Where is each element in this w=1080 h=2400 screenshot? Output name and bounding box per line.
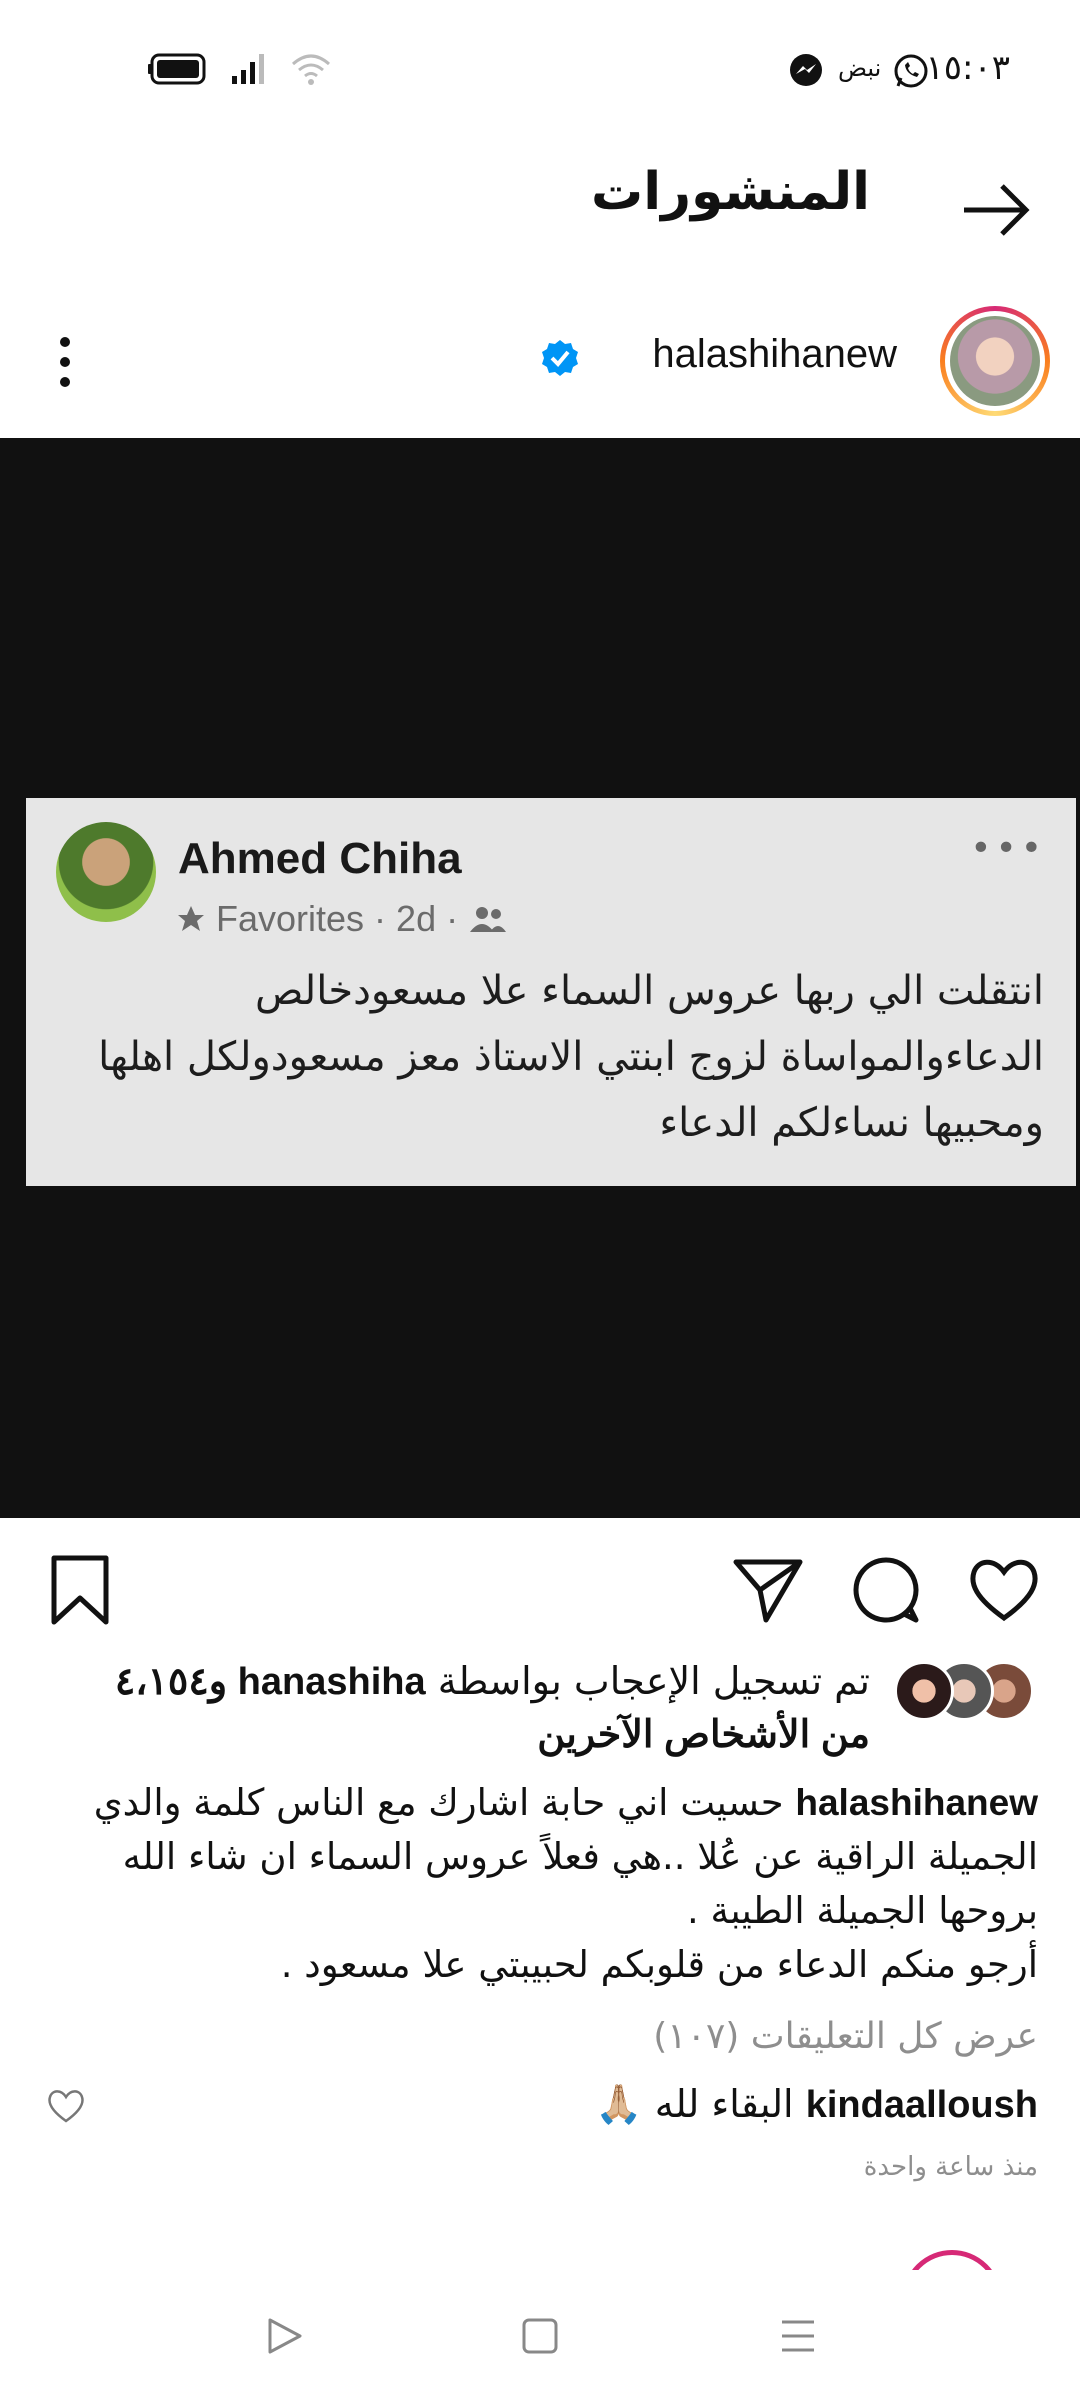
- shared-post-text: انتقلت الي ربها عروس السماء علا مسعودخال…: [98, 968, 1044, 1146]
- caption-username[interactable]: halashihanew: [795, 1782, 1038, 1823]
- avatar[interactable]: [940, 306, 1050, 416]
- comment-icon[interactable]: [848, 1552, 924, 1628]
- post-caption: halashihanew حسيت اني حابة اشارك مع النا…: [28, 1776, 1038, 1992]
- post-username[interactable]: halashihanew: [652, 332, 897, 377]
- shared-post-time: 2d: [396, 898, 437, 939]
- more-options-icon[interactable]: [50, 332, 80, 392]
- comment-row: kindaalloush البقاء لله 🙏🏼: [0, 2076, 1080, 2146]
- shared-post-meta: Favorites · 2d ·: [176, 898, 508, 940]
- post-image[interactable]: Ahmed Chiha Favorites · 2d · ••• انتقلت …: [0, 438, 1080, 1518]
- favorites-label: Favorites: [216, 898, 365, 939]
- recents-menu-icon[interactable]: [776, 2314, 820, 2358]
- battery-icon: [148, 53, 206, 85]
- view-all-comments-link[interactable]: عرض كل التعليقات (١٠٧): [653, 2016, 1038, 2057]
- comment-like-icon[interactable]: [46, 2086, 86, 2126]
- liker-avatar: [894, 1661, 954, 1721]
- back-triangle-icon[interactable]: [262, 2314, 306, 2358]
- messenger-icon: [790, 54, 822, 86]
- shared-author-name: Ahmed Chiha: [178, 834, 462, 883]
- save-bookmark-icon[interactable]: [42, 1552, 118, 1628]
- comment-text: kindaalloush البقاء لله 🙏🏼: [595, 2082, 1038, 2127]
- verified-badge-icon: [542, 340, 578, 376]
- system-nav-bar: [0, 2270, 1080, 2400]
- top-header: المنشورات: [0, 140, 1080, 280]
- share-send-icon[interactable]: [730, 1552, 806, 1628]
- like-heart-icon[interactable]: [966, 1552, 1042, 1628]
- likes-prefix: تم تسجيل الإعجاب بواسطة: [425, 1659, 870, 1703]
- post-header: halashihanew: [0, 290, 1080, 430]
- page-title: المنشورات: [591, 162, 870, 222]
- caption-text-2: أرجو منكم الدعاء من قلوبكم لحبيبتي علا م…: [280, 1943, 1038, 1986]
- shared-author-avatar: [56, 822, 156, 922]
- meta-separator: ·: [374, 898, 387, 939]
- signal-icon: [232, 54, 264, 84]
- liker-avatars: [894, 1661, 1034, 1721]
- star-icon: [178, 906, 204, 931]
- meta-separator: ·: [446, 898, 459, 939]
- friends-icon: [470, 907, 507, 932]
- notification-label: نبض: [838, 54, 882, 82]
- clock: ١٥:٠٣: [925, 48, 1010, 88]
- post-actions: [0, 1530, 1080, 1650]
- arrow-right-icon[interactable]: [956, 170, 1036, 250]
- home-square-icon[interactable]: [518, 2314, 562, 2358]
- likes-text: تم تسجيل الإعجاب بواسطة hanashiha و٤،١٥٤…: [70, 1655, 870, 1761]
- status-bar: نبض ١٥:٠٣: [0, 0, 1080, 140]
- wifi-icon: [292, 54, 330, 85]
- shared-post-card: Ahmed Chiha Favorites · 2d · ••• انتقلت …: [26, 798, 1076, 1186]
- post-time: منذ ساعة واحدة: [863, 2152, 1038, 2182]
- liker-username[interactable]: hanashiha: [238, 1661, 426, 1703]
- likes-summary[interactable]: تم تسجيل الإعجاب بواسطة hanashiha و٤،١٥٤…: [0, 1655, 1080, 1765]
- comment-username[interactable]: kindaalloush: [806, 2084, 1038, 2126]
- whatsapp-icon: [894, 54, 928, 88]
- comment-body: البقاء لله 🙏🏼: [595, 2082, 794, 2126]
- shared-more-icon: •••: [970, 828, 1046, 869]
- status-icons: [148, 52, 332, 86]
